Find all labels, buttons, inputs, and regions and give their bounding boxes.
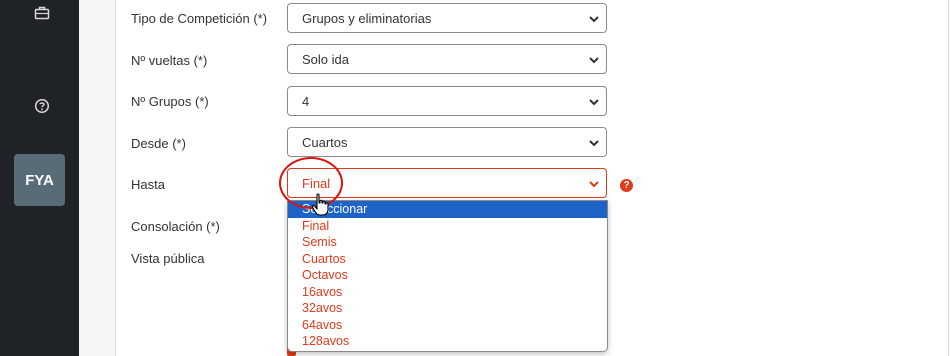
grupos-label: Nº Grupos (*): [131, 94, 209, 109]
dropdown-option[interactable]: 32avos: [288, 300, 607, 317]
hasta-label: Hasta: [131, 177, 165, 192]
chevron-down-icon: [589, 57, 599, 64]
desde-select[interactable]: Cuartos: [287, 127, 607, 157]
grupos-select[interactable]: 4: [287, 86, 607, 116]
dropdown-option[interactable]: 64avos: [288, 317, 607, 334]
chevron-down-icon: [589, 99, 599, 106]
desde-label: Desde (*): [131, 136, 186, 151]
hasta-value: Final: [302, 175, 331, 191]
tipo-competicion-value: Grupos y eliminatorias: [302, 10, 432, 26]
avatar[interactable]: FYA: [14, 154, 65, 206]
dropdown-option[interactable]: Final: [288, 218, 607, 235]
chevron-down-icon: [589, 140, 599, 147]
consolacion-label: Consolación (*): [131, 219, 220, 234]
dropdown-option[interactable]: Seleccionar: [288, 201, 607, 218]
chevron-down-icon: [589, 181, 599, 188]
grupos-value: 4: [302, 93, 310, 109]
briefcase-icon[interactable]: [34, 5, 50, 21]
dropdown-option[interactable]: 128avos: [288, 333, 607, 350]
hasta-select[interactable]: Final: [287, 168, 607, 198]
help-circle-icon[interactable]: [34, 98, 50, 114]
vista-publica-label: Vista pública: [131, 251, 205, 266]
help-icon[interactable]: ?: [620, 179, 633, 192]
dropdown-option[interactable]: Octavos: [288, 267, 607, 284]
vueltas-select[interactable]: Solo ida: [287, 44, 607, 74]
tipo-competicion-label: Tipo de Competición (*): [131, 11, 268, 26]
tipo-competicion-select[interactable]: Grupos y eliminatorias: [287, 3, 607, 33]
chevron-down-icon: [589, 16, 599, 23]
desde-value: Cuartos: [302, 134, 348, 150]
vueltas-label: Nº vueltas (*): [131, 53, 208, 68]
dropdown-option[interactable]: Semis: [288, 234, 607, 251]
vueltas-value: Solo ida: [302, 51, 349, 67]
sidebar: FYA: [0, 0, 79, 356]
dropdown-option[interactable]: Cuartos: [288, 251, 607, 268]
dropdown-option[interactable]: 16avos: [288, 284, 607, 301]
hasta-dropdown-list[interactable]: Seleccionar Final Semis Cuartos Octavos …: [287, 200, 608, 352]
